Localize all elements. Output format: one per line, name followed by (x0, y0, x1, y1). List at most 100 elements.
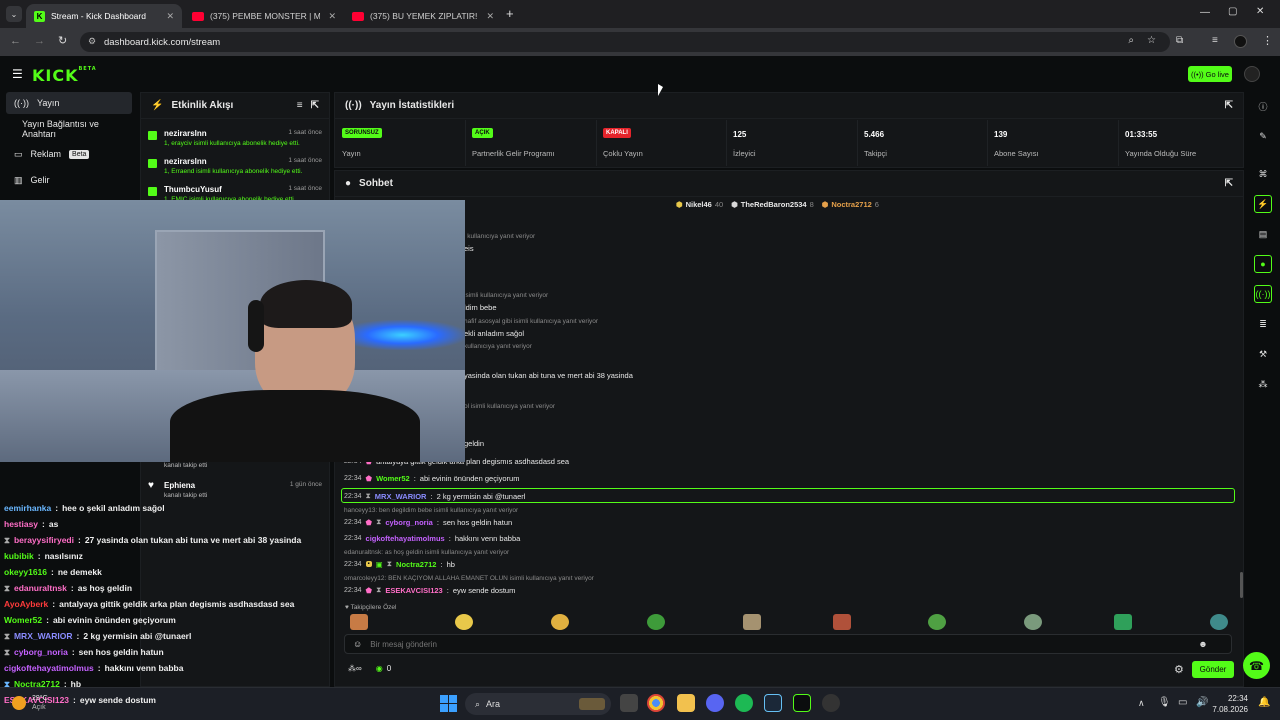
emote[interactable] (551, 614, 569, 630)
volume-icon[interactable]: 🔊 (1196, 697, 1208, 708)
gifter-item[interactable]: ⬢ Nikel46 40 (676, 200, 723, 209)
gift-icon (148, 159, 157, 168)
chat-message[interactable]: 22:34 ⬟ ⧗ ESEKAVCISI123: eyw sende dostum (344, 584, 515, 596)
sidebar-item-stream-key[interactable]: Yayın Bağlantısı ve Anahtarı (6, 118, 132, 140)
help-support-button[interactable]: ☎ (1243, 652, 1270, 679)
clipboard-icon[interactable]: ▤ (1254, 225, 1272, 243)
chat-input-box[interactable]: ☺ ☻ (344, 634, 1232, 654)
spotify-icon[interactable] (735, 694, 753, 712)
back-icon[interactable]: ← (10, 35, 21, 47)
chat-message[interactable]: 22:34 ⬟ ⧗ cyborg_noria: sen hos geldin hatun (344, 516, 512, 528)
edit-icon[interactable]: ✎ (1254, 127, 1272, 145)
microphone-icon[interactable]: 🎙 (1158, 697, 1171, 708)
chat-message-fragment: ldim bebe (464, 302, 497, 312)
emote[interactable] (350, 614, 368, 630)
tab-search-button[interactable]: ⌄ (6, 6, 22, 22)
ad-icon: ▭ (14, 148, 23, 159)
new-tab-button[interactable]: + (506, 6, 514, 21)
app-icon[interactable] (822, 694, 840, 712)
emote[interactable] (1210, 614, 1228, 630)
status-badge: KAPALI (603, 128, 631, 138)
lightning-icon[interactable]: ⚡ (1254, 195, 1272, 213)
chat-message-fragment: yasinda olan tukan abi tuna ve mert abi … (464, 370, 633, 380)
kick-app-icon[interactable] (793, 694, 811, 712)
minimize-window-icon[interactable]: — (1200, 7, 1210, 18)
emote-picker-icon[interactable]: ☺ (353, 639, 362, 649)
bookmark-star-icon[interactable]: ☆ (1147, 35, 1156, 46)
stat-subscribers: 139 Abone Sayısı (988, 120, 1119, 166)
go-live-button[interactable]: ((•)) Go live (1188, 66, 1232, 82)
share-icon[interactable]: ⁂∞ (348, 664, 362, 673)
emoji-icon[interactable]: ☻ (1198, 639, 1207, 649)
chat-message-input[interactable] (370, 639, 1191, 649)
close-tab-icon[interactable]: ✕ (486, 11, 494, 22)
close-window-icon[interactable]: ✕ (1256, 6, 1264, 17)
emote[interactable] (455, 614, 473, 630)
zoom-icon[interactable]: ⌕ (1128, 35, 1134, 46)
reading-list-icon[interactable]: ≡ (1212, 35, 1218, 46)
chat-icon[interactable]: ● (1254, 255, 1272, 273)
discord-icon[interactable] (706, 694, 724, 712)
stat-uptime: 01:33:55 Yayında Olduğu Süre (1125, 130, 1197, 158)
taskbar-clock[interactable]: 22:34 7.08.2026 (1212, 693, 1248, 715)
emote[interactable] (743, 614, 761, 630)
reload-icon[interactable]: ↻ (58, 34, 67, 47)
notification-bell-icon[interactable]: 🔔 (1258, 697, 1270, 708)
popout-icon[interactable]: ⇱ (1225, 100, 1233, 111)
chat-scrollbar[interactable] (1240, 572, 1243, 598)
network-icon[interactable]: ▭ (1178, 697, 1187, 708)
chat-message[interactable]: 22:34 cigkoftehayatimolmus: hakkını venn b… (344, 532, 520, 544)
send-message-button[interactable]: Gönder (1192, 661, 1234, 678)
steam-icon[interactable] (764, 694, 782, 712)
chart-icon: ▥ (14, 174, 23, 185)
taskbar-search[interactable]: ⌕ Ara (465, 693, 611, 715)
close-tab-icon[interactable]: ✕ (328, 11, 336, 22)
gifter-item[interactable]: ⬢ Noctra2712 6 (822, 200, 879, 209)
browser-tab-kick[interactable]: K Stream - Kick Dashboard ✕ (26, 4, 182, 28)
extensions-icon[interactable]: ⧉ (1176, 35, 1183, 46)
popout-icon[interactable]: ⇱ (1225, 178, 1233, 189)
start-button[interactable] (440, 695, 457, 712)
popout-icon[interactable]: ⇱ (311, 100, 319, 111)
wrench-icon[interactable]: ⚒ (1254, 345, 1272, 363)
sidebar-item-revenue[interactable]: ▥ Gelir (6, 169, 132, 191)
kick-logo[interactable]: KICKBETA (32, 66, 97, 85)
task-view-icon[interactable] (620, 694, 638, 712)
gifter-item[interactable]: ⬢ TheRedBaron2534 8 (731, 200, 814, 209)
browser-tab-youtube-1[interactable]: (375) PEMBE MONSTER | Mada ✕ (184, 4, 344, 28)
tray-chevron-icon[interactable]: ∧ (1138, 698, 1145, 709)
close-tab-icon[interactable]: ✕ (166, 11, 174, 22)
filter-icon[interactable]: ≡ (297, 100, 303, 111)
activity-feed-title: Etkinlik Akışı (171, 100, 234, 111)
maximize-window-icon[interactable]: ▢ (1228, 6, 1237, 17)
address-bar[interactable]: ⚙ dashboard.kick.com/stream ⌕ ☆ (80, 32, 1170, 52)
chat-message[interactable]: 22:34 ⧗ MRX_WARIOR:2 kg yermisin abi @tuna… (344, 490, 525, 502)
sidebar-item-stream[interactable]: ((·)) Yayın (6, 92, 132, 114)
chat-message[interactable]: 22:34 ▪ ▣ ⧗ Noctra2712: hb (344, 558, 455, 570)
hamburger-menu-icon[interactable]: ☰ (12, 67, 23, 81)
user-avatar[interactable] (1244, 66, 1260, 82)
emote[interactable] (833, 614, 851, 630)
scene-icon[interactable]: ⌘ (1254, 165, 1272, 183)
forward-icon[interactable]: → (34, 35, 45, 47)
emote[interactable] (1114, 614, 1132, 630)
emote[interactable] (647, 614, 665, 630)
emote[interactable] (928, 614, 946, 630)
share-icon[interactable]: ⁂ (1254, 375, 1272, 393)
browser-menu-icon[interactable]: ⋮ (1262, 34, 1273, 47)
info-icon[interactable]: ⓘ (1254, 97, 1272, 115)
sidebar-item-ads[interactable]: ▭ Reklam Beta (6, 143, 132, 165)
file-explorer-icon[interactable] (677, 694, 695, 712)
site-info-icon[interactable]: ⚙ (88, 36, 96, 47)
chat-settings-icon[interactable]: ⚙ (1174, 663, 1184, 676)
profile-avatar[interactable] (1234, 35, 1247, 48)
weather-widget[interactable]: 29°C Açık (12, 694, 48, 712)
browser-tab-youtube-2[interactable]: (375) BU YEMEK ZIPLATIR! ELRA ✕ (344, 4, 502, 28)
months-badge-icon: ▪ (365, 561, 372, 567)
database-icon[interactable]: ≣ (1254, 315, 1272, 333)
broadcast-icon[interactable]: ((·)) (1254, 285, 1272, 303)
points-display[interactable]: ◉ 0 (376, 664, 391, 673)
chat-message[interactable]: 22:34 ⬟ Womer52: abi evinin önünden geçiyor… (344, 472, 519, 484)
chrome-icon[interactable] (647, 694, 665, 712)
emote[interactable] (1024, 614, 1042, 630)
